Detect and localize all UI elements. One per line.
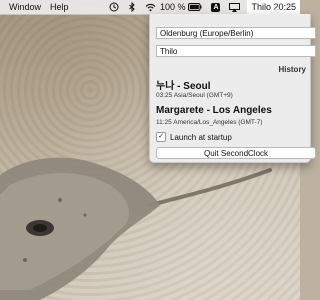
history-entry-subtitle: 11:25 America/Los_Angeles (GMT-7) <box>156 119 263 126</box>
menu-help[interactable]: Help <box>41 2 69 12</box>
launch-at-startup-checkbox[interactable]: ✓ <box>156 132 166 142</box>
history-icon[interactable] <box>109 0 119 14</box>
history-entry-title[interactable]: Margarete - Los Angeles <box>156 105 272 116</box>
bluetooth-icon[interactable] <box>128 0 136 14</box>
input-source-icon[interactable]: A <box>211 0 221 14</box>
name-field[interactable]: Thilo <box>156 45 316 57</box>
quit-button[interactable]: Quit SecondClock <box>156 147 316 159</box>
history-entry-title[interactable]: 누나 - Seoul <box>156 77 211 92</box>
battery-percent: 100 % <box>159 2 186 12</box>
launch-at-startup-row[interactable]: ✓ Launch at startup <box>156 132 232 142</box>
menu-window[interactable]: Window <box>0 2 41 12</box>
history-entry-subtitle: 03:25 Asia/Seoul (GMT+9) <box>156 92 233 99</box>
launch-at-startup-label: Launch at startup <box>170 132 232 142</box>
timezone-field[interactable]: Oldenburg (Europe/Berlin) <box>156 27 316 39</box>
history-heading: History <box>278 65 306 74</box>
wifi-icon[interactable] <box>145 0 156 14</box>
menu-bar: Window Help 100 % A Thilo 20:25 <box>0 0 300 15</box>
panel-caret <box>270 8 282 14</box>
airplay-icon[interactable] <box>229 0 241 14</box>
battery-icon[interactable] <box>188 0 202 14</box>
secondclock-panel: Oldenburg (Europe/Berlin) Thilo History … <box>149 8 316 163</box>
